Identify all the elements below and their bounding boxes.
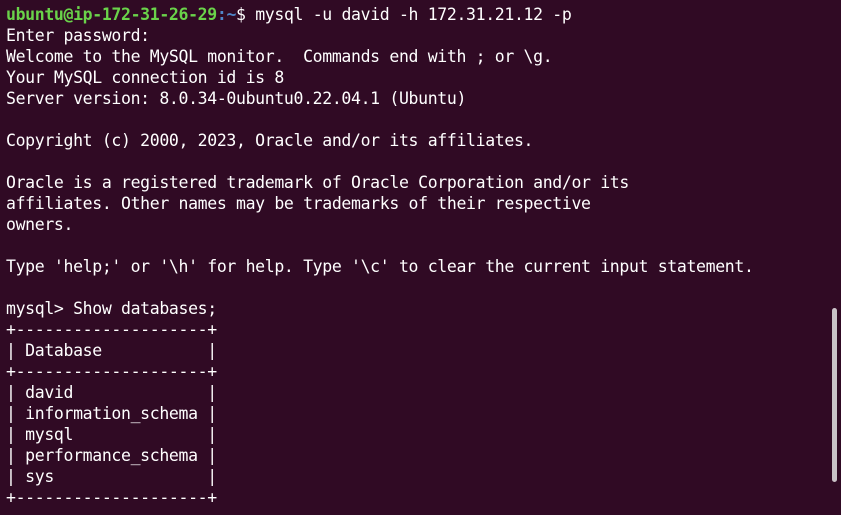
- output-line: Copyright (c) 2000, 2023, Oracle and/or …: [6, 131, 534, 150]
- output-line: Enter password:: [6, 26, 150, 45]
- terminal-output: ubuntu@ip-172-31-26-29:~$ mysql -u david…: [6, 4, 754, 508]
- prompt-line: ubuntu@ip-172-31-26-29:~$ mysql -u david…: [6, 4, 754, 25]
- output-line: Type 'help;' or '\h' for help. Type '\c'…: [6, 257, 754, 276]
- scrollbar-thumb[interactable]: [832, 308, 837, 482]
- table-border-line: +--------------------+: [6, 488, 217, 507]
- prompt-command: mysql -u david -h 172.31.21.12 -p: [255, 5, 572, 24]
- output-line: Welcome to the MySQL monitor. Commands e…: [6, 47, 553, 66]
- prompt-user-host: ubuntu@ip-172-31-26-29: [6, 5, 217, 24]
- prompt-symbol: $: [236, 5, 256, 24]
- table-row: | david |: [6, 383, 217, 402]
- output-line: Your MySQL connection id is 8: [6, 68, 284, 87]
- output-line: mysql> Show databases;: [6, 299, 217, 318]
- output-line: Server version: 8.0.34-0ubuntu0.22.04.1 …: [6, 89, 467, 108]
- output-line: Oracle is a registered trademark of Orac…: [6, 173, 629, 192]
- table-row: | performance_schema |: [6, 446, 217, 465]
- prompt-path: :~: [216, 5, 237, 24]
- table-row: | sys |: [6, 467, 217, 486]
- output-line: owners.: [6, 215, 74, 234]
- table-row: | mysql |: [6, 425, 217, 444]
- table-row: | information_schema |: [6, 404, 217, 423]
- terminal-window[interactable]: ubuntu@ip-172-31-26-29:~$ mysql -u david…: [0, 0, 841, 515]
- table-header-row: | Database |: [6, 341, 217, 360]
- table-border-line: +--------------------+: [6, 320, 217, 339]
- table-border-line: +--------------------+: [6, 362, 217, 381]
- output-line: affiliates. Other names may be trademark…: [6, 194, 591, 213]
